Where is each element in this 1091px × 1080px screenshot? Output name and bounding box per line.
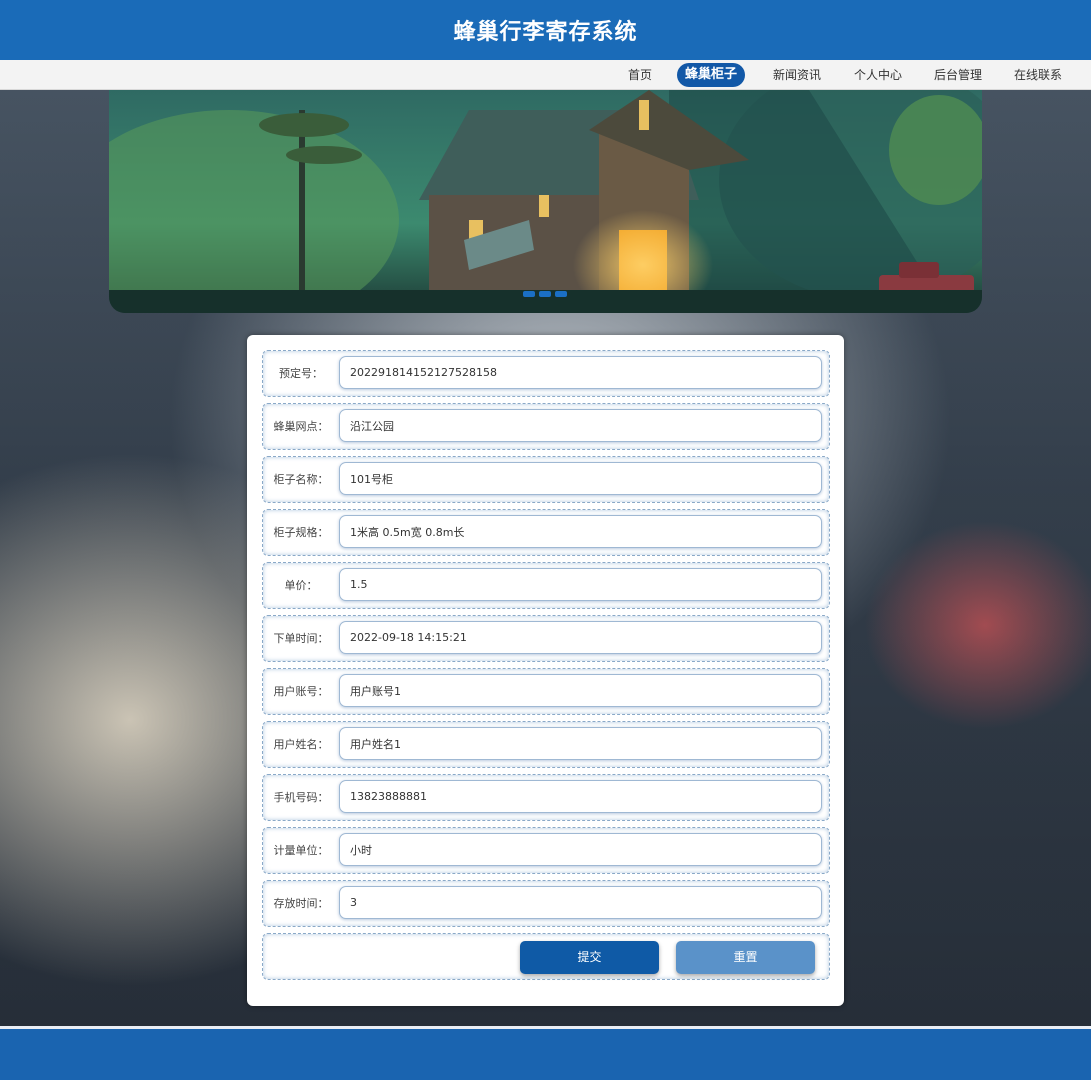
locker-name-field[interactable] <box>339 462 822 495</box>
user-account-field[interactable] <box>339 674 822 707</box>
storage-time-field[interactable] <box>339 886 822 919</box>
field-label: 柜子名称： <box>273 473 329 486</box>
field-label: 用户账号： <box>273 685 329 698</box>
reset-button[interactable]: 重置 <box>676 941 815 974</box>
nav-item-home[interactable]: 首页 <box>622 63 658 87</box>
footer-bar <box>0 1026 1091 1080</box>
form-row-unit-price: 单价： <box>262 562 830 609</box>
locker-spec-field[interactable] <box>339 515 822 548</box>
submit-button[interactable]: 提交 <box>520 941 659 974</box>
field-label: 存放时间： <box>273 897 329 910</box>
nav-bar: 首页 蜂巢柜子 新闻资讯 个人中心 后台管理 在线联系 <box>0 60 1091 90</box>
site-title: 蜂巢行李寄存系统 <box>453 20 638 45</box>
form-row-phone: 手机号码： <box>262 774 830 821</box>
field-label: 单价： <box>284 579 318 592</box>
banner-dot[interactable] <box>539 291 551 297</box>
order-time-field[interactable] <box>339 621 822 654</box>
unit-price-field[interactable] <box>339 568 822 601</box>
banner-dot[interactable] <box>523 291 535 297</box>
banner-dot[interactable] <box>555 291 567 297</box>
nav-item-news[interactable]: 新闻资讯 <box>767 63 827 87</box>
form-row-order-time: 下单时间： <box>262 615 830 662</box>
form-row-unit: 计量单位： <box>262 827 830 874</box>
nav-item-personal-center[interactable]: 个人中心 <box>848 63 908 87</box>
site-field[interactable] <box>339 409 822 442</box>
field-label: 预定号： <box>279 367 323 380</box>
form-row-locker-spec: 柜子规格： <box>262 509 830 556</box>
form-row-site: 蜂巢网点： <box>262 403 830 450</box>
nav-item-lockers[interactable]: 蜂巢柜子 <box>677 63 746 87</box>
form-row-locker-name: 柜子名称： <box>262 456 830 503</box>
form-row-user-account: 用户账号： <box>262 668 830 715</box>
booking-form: 预定号： 蜂巢网点： 柜子名称： 柜子规格： 单价： 下单时间： 用户账号： 用… <box>247 335 844 1006</box>
banner-image <box>109 90 982 313</box>
field-label: 下单时间： <box>273 632 329 645</box>
field-label: 蜂巢网点： <box>273 420 329 433</box>
form-row-storage-time: 存放时间： <box>262 880 830 927</box>
booking-number-field[interactable] <box>339 356 822 389</box>
form-row-user-name: 用户姓名： <box>262 721 830 768</box>
form-actions: 提交 重置 <box>262 933 830 980</box>
field-label: 计量单位： <box>273 844 329 857</box>
unit-field[interactable] <box>339 833 822 866</box>
nav-item-admin[interactable]: 后台管理 <box>928 63 988 87</box>
banner-indicators <box>523 291 567 297</box>
form-row-booking-number: 预定号： <box>262 350 830 397</box>
phone-field[interactable] <box>339 780 822 813</box>
header-bar: 蜂巢行李寄存系统 <box>0 0 1091 60</box>
nav-item-contact[interactable]: 在线联系 <box>1008 63 1068 87</box>
banner-carousel[interactable] <box>109 90 982 313</box>
field-label: 用户姓名： <box>273 738 329 751</box>
user-name-field[interactable] <box>339 727 822 760</box>
field-label: 手机号码： <box>273 791 329 804</box>
field-label: 柜子规格： <box>273 526 329 539</box>
